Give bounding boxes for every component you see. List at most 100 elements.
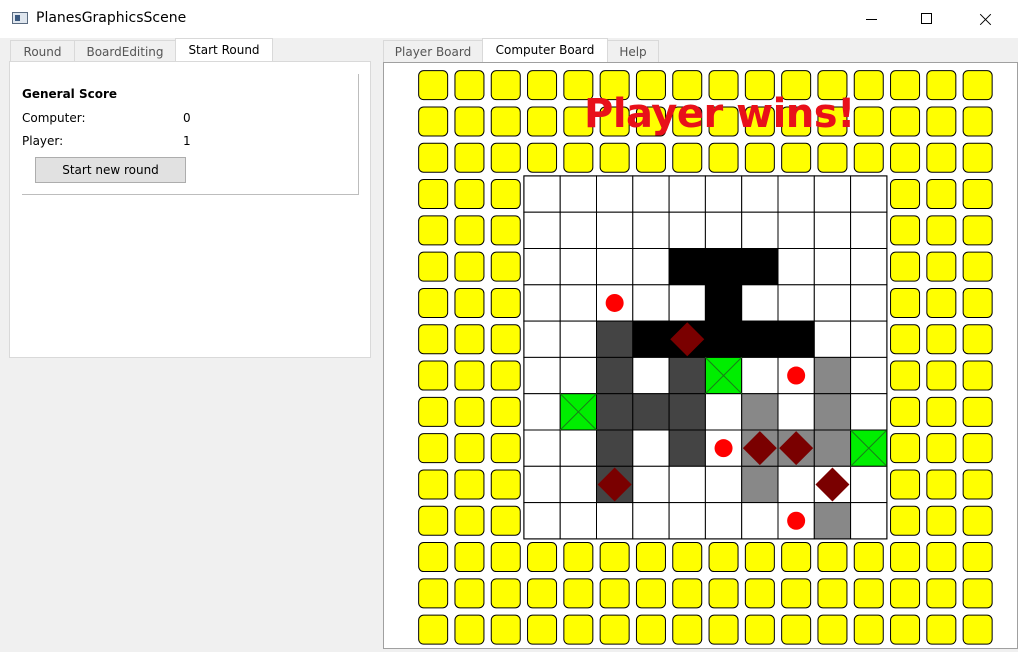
padding-cell xyxy=(962,142,993,173)
padding-cell xyxy=(890,542,921,573)
padding-cell xyxy=(744,614,775,645)
grid-cell xyxy=(741,284,779,322)
grid-cell xyxy=(741,356,779,395)
padding-cell xyxy=(454,396,485,427)
padding-cell xyxy=(418,360,449,391)
grid-cell xyxy=(813,429,852,467)
grid-cell xyxy=(741,393,779,431)
padding-cell xyxy=(490,360,521,391)
padding-cell xyxy=(490,542,521,573)
padding-cell xyxy=(926,251,957,282)
padding-cell xyxy=(418,505,449,536)
padding-cell xyxy=(527,106,558,137)
grid-cell xyxy=(704,284,743,322)
padding-cell xyxy=(926,287,957,318)
padding-cell xyxy=(454,360,485,391)
tab-help[interactable]: Help xyxy=(607,40,659,62)
grid-cell xyxy=(632,429,670,467)
padding-cell xyxy=(817,542,848,573)
grid-cell xyxy=(596,175,634,213)
padding-cell xyxy=(454,215,485,246)
padding-cell xyxy=(454,324,485,355)
minimize-button[interactable] xyxy=(842,0,900,38)
grid-cell xyxy=(632,175,670,213)
padding-cell xyxy=(781,542,812,573)
padding-cell xyxy=(635,578,666,609)
padding-cell xyxy=(490,179,521,210)
grid-cell xyxy=(741,211,779,249)
padding-cell xyxy=(962,505,993,536)
padding-cell xyxy=(962,360,993,391)
padding-cell xyxy=(926,179,957,210)
padding-cell xyxy=(563,578,594,609)
padding-cell xyxy=(817,614,848,645)
padding-cell xyxy=(781,142,812,173)
player-score-value: 1 xyxy=(183,134,191,148)
padding-cell xyxy=(926,542,957,573)
grid-cell xyxy=(704,393,743,431)
tab-board-editing[interactable]: BoardEditing xyxy=(74,40,176,62)
grid-cell xyxy=(850,248,888,286)
padding-cell xyxy=(672,614,703,645)
grid-cell xyxy=(850,356,888,395)
padding-cell xyxy=(454,433,485,464)
padding-cell xyxy=(890,614,921,645)
padding-cell xyxy=(454,179,485,210)
padding-cell xyxy=(890,142,921,173)
grid-cell xyxy=(632,502,670,540)
padding-cell xyxy=(454,542,485,573)
grid-cell xyxy=(559,429,597,467)
padding-cell xyxy=(454,70,485,101)
padding-cell xyxy=(418,142,449,173)
grid-cell xyxy=(632,211,670,249)
grid-cell xyxy=(523,248,561,286)
padding-cell xyxy=(890,396,921,427)
padding-cell xyxy=(418,542,449,573)
grid-cell xyxy=(741,320,779,358)
grid-cell xyxy=(704,320,743,358)
padding-cell xyxy=(708,142,739,173)
padding-cell xyxy=(853,578,884,609)
padding-cell xyxy=(744,578,775,609)
grid-cell xyxy=(668,502,706,540)
grid-cell xyxy=(523,175,561,213)
tab-start-round[interactable]: Start Round xyxy=(175,38,273,62)
padding-cell xyxy=(890,251,921,282)
grid-cell xyxy=(559,175,597,213)
padding-cell xyxy=(454,505,485,536)
padding-cell xyxy=(635,614,666,645)
padding-cell xyxy=(926,360,957,391)
tab-round[interactable]: Round xyxy=(10,40,75,62)
tab-player-board[interactable]: Player Board xyxy=(383,40,483,62)
padding-cell xyxy=(490,433,521,464)
padding-cell xyxy=(926,142,957,173)
padding-cell xyxy=(490,578,521,609)
grid-cell xyxy=(813,284,852,322)
close-button[interactable] xyxy=(956,0,1014,38)
padding-cell xyxy=(527,70,558,101)
padding-cell xyxy=(418,324,449,355)
padding-cell xyxy=(890,215,921,246)
miss-marker-icon xyxy=(605,293,624,312)
grid-cell xyxy=(596,393,634,431)
padding-cell xyxy=(454,578,485,609)
grid-cell xyxy=(777,248,815,286)
grid-cell xyxy=(632,320,670,358)
padding-cell xyxy=(490,396,521,427)
grid-cell xyxy=(523,465,561,504)
padding-cell xyxy=(672,542,703,573)
grid-cell xyxy=(850,393,888,431)
grid-cell xyxy=(632,284,670,322)
grid-cell xyxy=(596,356,634,395)
start-new-round-button[interactable]: Start new round xyxy=(35,157,186,183)
miss-marker-icon xyxy=(787,366,806,385)
maximize-button[interactable] xyxy=(898,0,956,38)
padding-cell xyxy=(853,70,884,101)
padding-cell xyxy=(926,433,957,464)
tab-computer-board[interactable]: Computer Board xyxy=(482,38,608,62)
padding-cell xyxy=(672,142,703,173)
padding-cell xyxy=(418,433,449,464)
game-board[interactable] xyxy=(384,63,1017,648)
padding-cell xyxy=(781,614,812,645)
grid-cell xyxy=(668,175,706,213)
